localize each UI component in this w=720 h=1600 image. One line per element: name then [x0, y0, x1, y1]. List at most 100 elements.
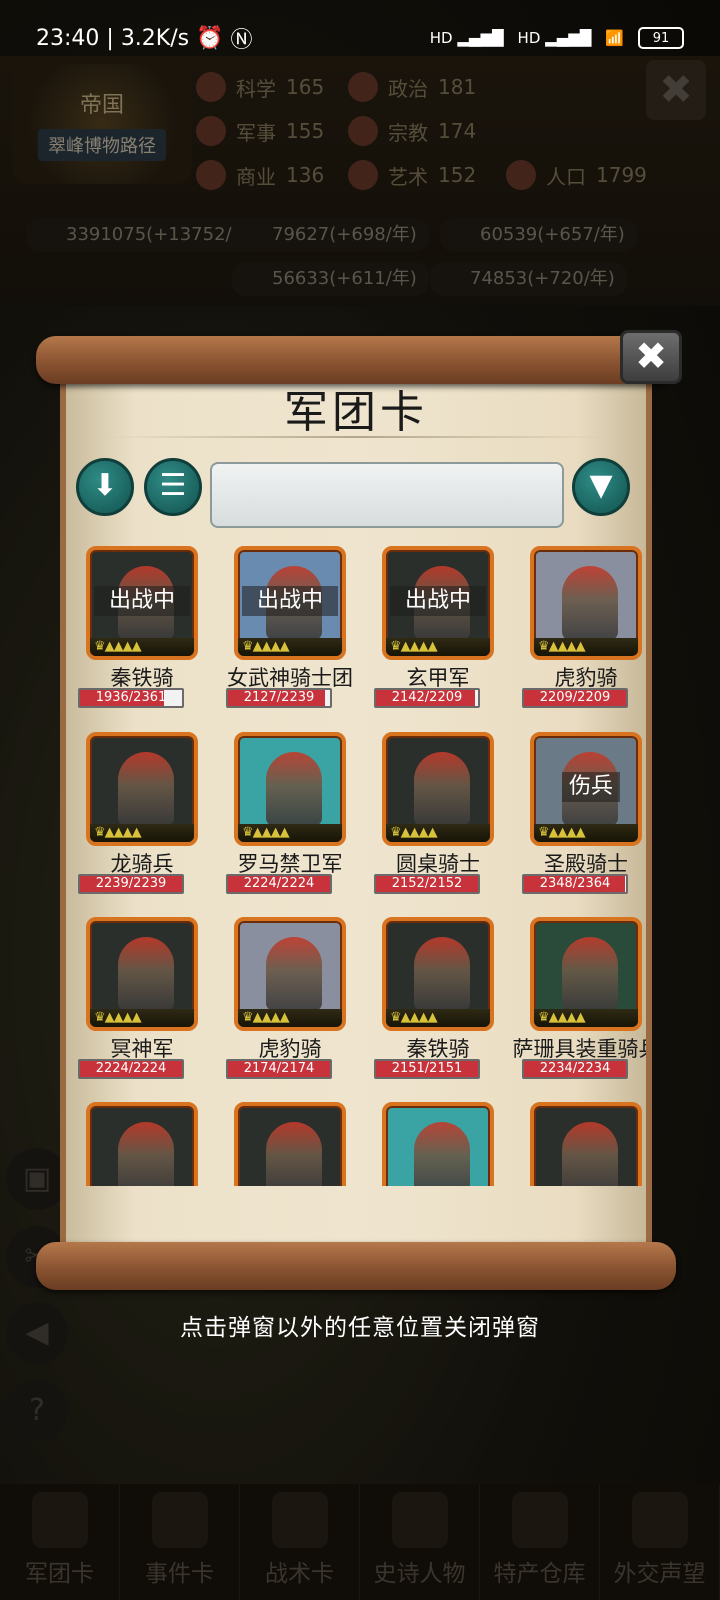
crown-rank-icon: ♛▲▲▲▲: [386, 824, 490, 842]
hp-bar: 2142/2209: [374, 688, 480, 708]
crown-rank-icon: ♛▲▲▲▲: [90, 1009, 194, 1027]
list-icon: ☰: [159, 468, 187, 503]
knight-figure: [118, 1122, 174, 1186]
hp-text: 2142/2209: [391, 690, 463, 705]
unit-portrait: ♛▲▲▲▲: [86, 1102, 198, 1186]
knight-figure: [562, 566, 618, 640]
hp-bar: 2151/2151: [374, 1059, 480, 1079]
unit-portrait: ♛▲▲▲▲: [382, 917, 494, 1031]
crown-rank-icon: ♛▲▲▲▲: [90, 638, 194, 656]
status-bar: 23:40 | 3.2K/s ⏰ Ⓝ HD ▂▄▆█ HD ▂▄▆█ 📶 91: [0, 0, 720, 76]
unit-portrait: ♛▲▲▲▲: [234, 732, 346, 846]
signal-icon-2: HD ▂▄▆█: [517, 29, 592, 47]
legion-card[interactable]: ♛▲▲▲▲ 出战中 秦铁骑 1936/2361: [76, 546, 226, 726]
knight-figure: [562, 1122, 618, 1186]
battery-icon: 91: [638, 27, 684, 49]
hp-text: 2152/2152: [391, 876, 463, 891]
legion-card[interactable]: ♛▲▲▲▲ 秦铁骑 2151/2151: [372, 917, 522, 1097]
unit-portrait: ♛▲▲▲▲ 出战中: [86, 546, 198, 660]
legion-card[interactable]: ♛▲▲▲▲ 虎豹骑 2174/2174: [224, 917, 374, 1097]
hp-bar: 2234/2234: [522, 1059, 628, 1079]
crown-rank-icon: ♛▲▲▲▲: [238, 1009, 342, 1027]
legion-card[interactable]: ♛▲▲▲▲ 出战中 玄甲军 2142/2209: [372, 546, 522, 726]
modal-close-button[interactable]: ✖: [620, 330, 682, 384]
filter-button[interactable]: ▼: [572, 458, 630, 516]
legion-card[interactable]: ♛▲▲▲▲: [372, 1102, 522, 1186]
knight-figure: [118, 937, 174, 1011]
legion-card[interactable]: ♛▲▲▲▲: [224, 1102, 374, 1186]
search-input[interactable]: [210, 462, 564, 528]
legion-card-grid[interactable]: ♛▲▲▲▲ 出战中 秦铁骑 1936/2361 ♛▲▲▲▲ 出战中 女武神骑士团 2127/2…: [66, 546, 646, 1186]
hp-text: 2224/2224: [95, 1061, 167, 1076]
arrow-down-icon: ⬇: [92, 468, 118, 503]
legion-card[interactable]: ♛▲▲▲▲ 出战中 女武神骑士团 2127/2239: [224, 546, 374, 726]
crown-rank-icon: ♛▲▲▲▲: [238, 638, 342, 656]
hp-bar: 2127/2239: [226, 688, 332, 708]
scroll-rod-bottom: [36, 1242, 676, 1290]
knight-figure: [414, 1122, 470, 1186]
legion-card[interactable]: ♛▲▲▲▲ 冥神军 2224/2224: [76, 917, 226, 1097]
crown-rank-icon: ♛▲▲▲▲: [238, 824, 342, 842]
legion-card[interactable]: ♛▲▲▲▲ 虎豹骑 2209/2209: [520, 546, 646, 726]
knight-figure: [414, 937, 470, 1011]
unit-portrait: ♛▲▲▲▲: [530, 917, 642, 1031]
alarm-icon: ⏰: [189, 25, 224, 51]
unit-portrait: ♛▲▲▲▲: [86, 732, 198, 846]
legion-card[interactable]: ♛▲▲▲▲: [520, 1102, 646, 1186]
modal-title: 军团卡: [284, 387, 428, 438]
legion-card[interactable]: ♛▲▲▲▲: [76, 1102, 226, 1186]
net-speed: 3.2K/s: [120, 25, 190, 51]
status-badge: 出战中: [94, 586, 190, 616]
hp-bar: 2224/2224: [78, 1059, 184, 1079]
unit-portrait: ♛▲▲▲▲: [234, 917, 346, 1031]
crown-rank-icon: ♛▲▲▲▲: [386, 638, 490, 656]
hp-bar: 2152/2152: [374, 874, 480, 894]
crown-rank-icon: ♛▲▲▲▲: [534, 1009, 638, 1027]
unit-portrait: ♛▲▲▲▲: [382, 1102, 494, 1186]
hp-bar: 2174/2174: [226, 1059, 332, 1079]
hp-bar: 2348/2364: [522, 874, 628, 894]
knight-figure: [266, 937, 322, 1011]
hp-bar: 2209/2209: [522, 688, 628, 708]
nfc-icon: Ⓝ: [223, 28, 253, 53]
legion-card[interactable]: ♛▲▲▲▲ 伤兵 圣殿骑士 2348/2364: [520, 732, 646, 912]
legion-card[interactable]: ♛▲▲▲▲ 圆桌骑士 2152/2152: [372, 732, 522, 912]
unit-portrait: ♛▲▲▲▲: [382, 732, 494, 846]
knight-figure: [266, 1122, 322, 1186]
hp-text: 2234/2234: [539, 1061, 611, 1076]
knight-figure: [414, 752, 470, 826]
crown-rank-icon: ♛▲▲▲▲: [534, 824, 638, 842]
status-badge: 出战中: [390, 586, 486, 616]
status-badge: 出战中: [242, 586, 338, 616]
hp-text: 2239/2239: [95, 876, 167, 891]
title-divider: [106, 436, 606, 438]
hp-text: 2224/2224: [243, 876, 315, 891]
legion-card-modal: ✖ 军团卡 ⬇ ☰ ▼ ♛▲▲▲▲ 出战中 秦铁骑 1936/2361 ♛▲▲▲▲ 出战中…: [36, 330, 682, 1294]
signal-icon: HD ▂▄▆█: [429, 29, 504, 47]
knight-figure: [562, 937, 618, 1011]
unit-portrait: ♛▲▲▲▲: [234, 1102, 346, 1186]
unit-portrait: ♛▲▲▲▲: [86, 917, 198, 1031]
knight-figure: [118, 752, 174, 826]
close-hint: 点击弹窗以外的任意位置关闭弹窗: [180, 1315, 540, 1341]
unit-portrait: ♛▲▲▲▲ 伤兵: [530, 732, 642, 846]
hp-text: 2209/2209: [539, 690, 611, 705]
hp-text: 2151/2151: [391, 1061, 463, 1076]
clock: 23:40: [36, 25, 100, 51]
unit-portrait: ♛▲▲▲▲ 出战中: [382, 546, 494, 660]
hp-bar: 2239/2239: [78, 874, 184, 894]
legion-card[interactable]: ♛▲▲▲▲ 萨珊具装重骑兵 2234/2234: [513, 917, 646, 1097]
crown-rank-icon: ♛▲▲▲▲: [90, 824, 194, 842]
hp-text: 2174/2174: [243, 1061, 315, 1076]
unit-portrait: ♛▲▲▲▲ 出战中: [234, 546, 346, 660]
unit-portrait: ♛▲▲▲▲: [530, 1102, 642, 1186]
crown-rank-icon: ♛▲▲▲▲: [386, 1009, 490, 1027]
sort-down-button[interactable]: ⬇: [76, 458, 134, 516]
filter-icon: ▼: [589, 468, 613, 503]
list-view-button[interactable]: ☰: [144, 458, 202, 516]
crown-rank-icon: ♛▲▲▲▲: [534, 638, 638, 656]
legion-card[interactable]: ♛▲▲▲▲ 龙骑兵 2239/2239: [76, 732, 226, 912]
hp-bar: 2224/2224: [226, 874, 332, 894]
legion-card[interactable]: ♛▲▲▲▲ 罗马禁卫军 2224/2224: [224, 732, 374, 912]
status-badge: 伤兵: [562, 772, 620, 802]
